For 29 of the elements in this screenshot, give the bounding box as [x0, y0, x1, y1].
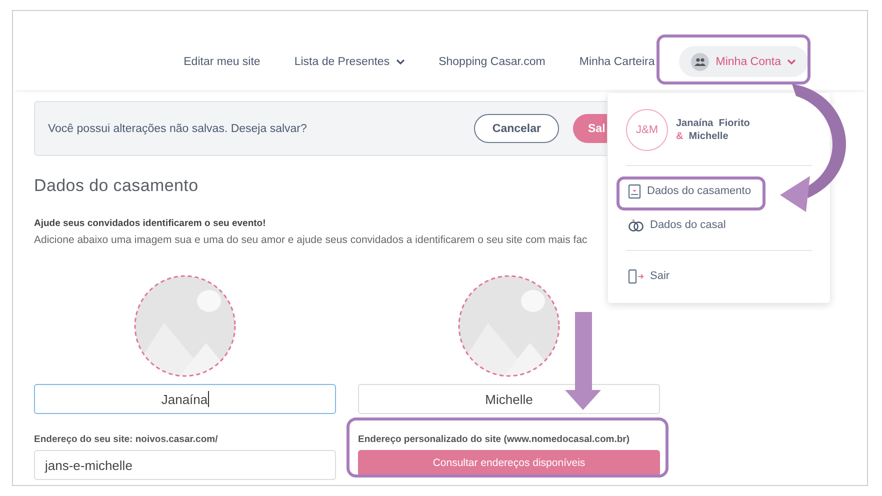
- couple-name: Michelle: [688, 131, 728, 142]
- logout-icon: [628, 268, 644, 284]
- nav-link[interactable]: Minha Carteira: [579, 34, 655, 68]
- menu-item[interactable]: Dados do casamento: [626, 180, 753, 202]
- site-address-input[interactable]: jans-e-michelle: [34, 450, 336, 480]
- document-icon: [628, 184, 641, 198]
- logout-menu-item[interactable]: Sair: [626, 265, 672, 287]
- nav-dropdown[interactable]: Lista de Presentes: [294, 34, 405, 68]
- people-icon: [690, 52, 709, 70]
- name-input[interactable]: Janaína: [34, 384, 336, 414]
- cancel-button[interactable]: Cancelar: [474, 114, 559, 143]
- field-label: Endereço do seu site: noivos.casar.com/: [34, 434, 219, 445]
- couple-initials-avatar: J&M: [626, 109, 668, 151]
- helper-heading: Ajude seus convidados identificarem o seu evento!: [34, 218, 266, 229]
- image-placeholder-icon: [458, 275, 560, 377]
- rings-icon: [628, 218, 644, 232]
- image-placeholder-icon: [134, 275, 236, 377]
- caret-icon: [787, 58, 796, 64]
- menu-item[interactable]: Dados do casal: [626, 214, 728, 236]
- ampersand: &: [676, 131, 684, 142]
- nav-link[interactable]: Shopping Casar.com: [438, 34, 546, 68]
- name-input[interactable]: Michelle: [358, 384, 660, 414]
- unsaved-changes-message: Você possui alterações não salvas. Deseja salvar?: [48, 122, 308, 134]
- couple-name: Janaína Fiorito: [676, 117, 750, 130]
- nav-link[interactable]: Editar meu site: [184, 34, 260, 68]
- helper-text: Adicione abaixo uma imagem sua e uma do seu amor e ajude seus convidados a identificarem o seu site com mais fac: [34, 234, 588, 246]
- field-label: Endereço personalizado do site (www.nomedocasal.com.br): [358, 434, 631, 445]
- section-title: Dados do casamento: [34, 176, 198, 196]
- caret-icon: [396, 58, 405, 64]
